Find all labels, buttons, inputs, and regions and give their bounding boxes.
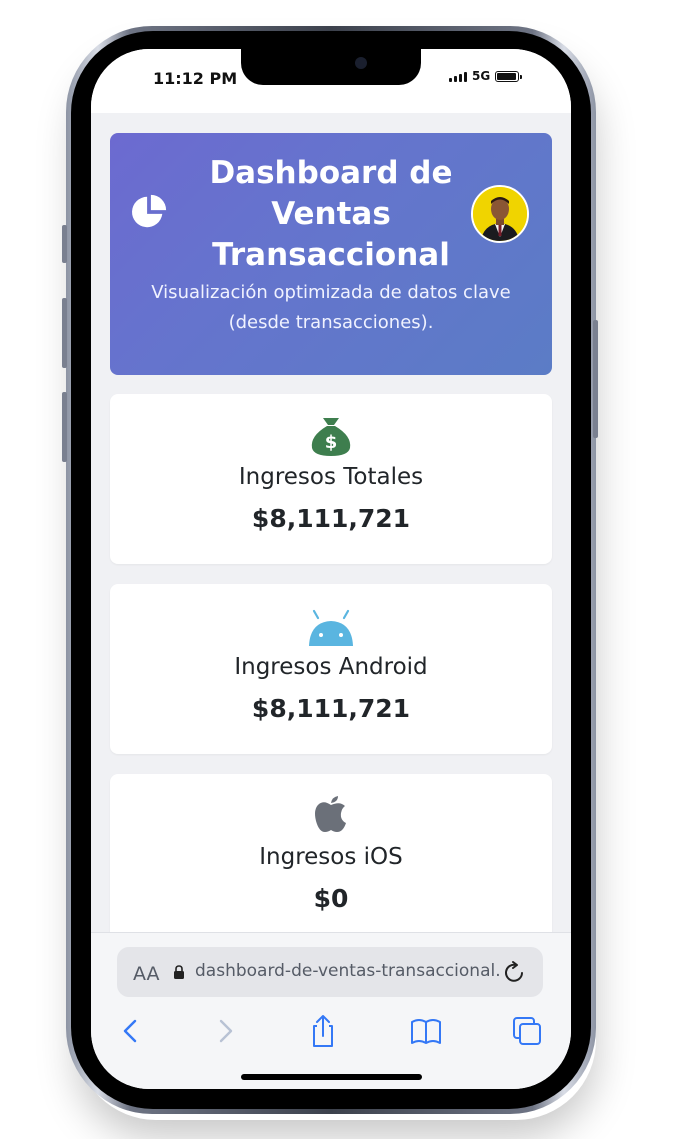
status-bar: 11:12 PM 5G [91, 49, 571, 113]
action-button [62, 225, 67, 263]
kpi-label: Ingresos Android [234, 654, 428, 680]
browser-toolbar: AA dashboard-de-ventas-transaccional.v [91, 932, 571, 1089]
kpi-value: $8,111,721 [251, 504, 411, 533]
pie-chart-icon [132, 194, 167, 228]
page-title: Dashboard de Ventas Transaccional [209, 155, 453, 273]
forward-icon[interactable] [207, 1013, 243, 1049]
back-icon[interactable] [113, 1013, 149, 1049]
battery-icon [495, 70, 523, 82]
tabs-icon[interactable] [509, 1013, 545, 1049]
power-button [593, 320, 598, 438]
kpi-label: Ingresos iOS [259, 844, 403, 870]
volume-up-button [62, 298, 67, 368]
dashboard-header: Dashboard de Ventas Transaccional Visual… [110, 133, 552, 375]
text-size-label: AA [133, 963, 160, 985]
money-bag-icon: $ [311, 418, 351, 456]
kpi-card-android: Ingresos Android $8,111,721 [110, 584, 552, 754]
kpi-value: $0 [313, 884, 349, 913]
kpi-card-ios: Ingresos iOS $0 [110, 774, 552, 944]
status-indicators: 5G [449, 69, 523, 83]
kpi-label: Ingresos Totales [238, 464, 424, 490]
lock-icon [174, 965, 184, 979]
kpi-value: $8,111,721 [251, 694, 411, 723]
profile-avatar[interactable] [471, 185, 529, 243]
phone-screen: 11:12 PM 5G Dashboard de Ventas Transacc… [91, 49, 571, 1089]
address-bar[interactable]: AA dashboard-de-ventas-transaccional.v [117, 947, 543, 997]
person-photo [473, 187, 527, 241]
svg-text:$: $ [325, 432, 338, 453]
volume-down-button [62, 392, 67, 462]
network-type: 5G [472, 69, 491, 83]
apple-icon [315, 796, 346, 832]
signal-bars-icon [449, 71, 467, 82]
text-size-button[interactable]: AA [133, 963, 160, 985]
bookmarks-icon[interactable] [408, 1013, 444, 1049]
url-text: dashboard-de-ventas-transaccional.v [195, 961, 500, 981]
home-indicator[interactable] [241, 1074, 422, 1080]
share-icon[interactable] [305, 1013, 341, 1049]
status-time: 11:12 PM [153, 69, 238, 88]
notch [241, 49, 421, 85]
reload-icon[interactable] [503, 959, 527, 985]
front-camera [355, 57, 367, 69]
kpi-card-total: $ Ingresos Totales $8,111,721 [110, 394, 552, 564]
page-subtitle: Visualización optimizada de datos clave … [151, 282, 511, 333]
android-icon [309, 609, 353, 646]
